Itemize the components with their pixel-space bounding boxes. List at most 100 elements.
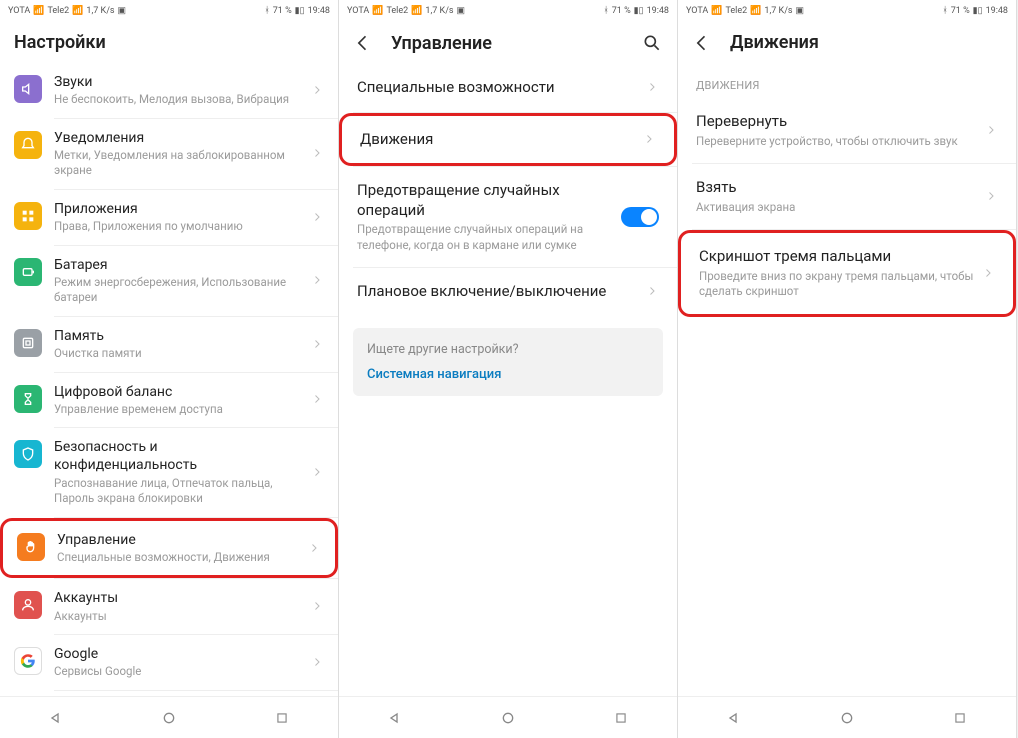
settings-item-system[interactable]: СистемаСистемная навигация, Обновление П… xyxy=(0,691,338,696)
chevron-right-icon xyxy=(645,78,659,97)
item-title: Звуки xyxy=(54,73,298,91)
page-title: Настройки xyxy=(14,32,324,53)
status-left: YOTA 📶 Tele2 📶 1,7 K/s ▣ xyxy=(686,6,804,16)
item-title: Взять xyxy=(696,178,984,198)
item-texts: ПамятьОчистка памяти xyxy=(54,327,298,362)
motions-list[interactable]: ДВИЖЕНИЯ ПеревернутьПереверните устройст… xyxy=(678,63,1016,696)
item-texts: Безопасность и конфиденциальностьРаспозн… xyxy=(54,438,298,506)
header: Движения xyxy=(678,22,1016,63)
management-item[interactable]: Предотвращение случайных операцийПредотв… xyxy=(339,167,677,267)
motion-item[interactable]: ПеревернутьПереверните устройство, чтобы… xyxy=(678,98,1016,163)
item-title: Цифровой баланс xyxy=(54,383,298,401)
item-subtitle: Сервисы Google xyxy=(54,664,298,680)
item-texts: Предотвращение случайных операцийПредотв… xyxy=(357,181,621,253)
item-subtitle: Переверните устройство, чтобы отключить … xyxy=(696,134,984,150)
settings-item-bell[interactable]: УведомленияМетки, Уведомления на заблоки… xyxy=(0,119,338,189)
section-header: ДВИЖЕНИЯ xyxy=(678,63,1016,98)
motion-item[interactable]: Взять Активация экрана xyxy=(678,164,1016,229)
item-title: Управление xyxy=(57,531,295,549)
chevron-right-icon xyxy=(984,187,998,206)
settings-item-sound[interactable]: ЗвукиНе беспокоить, Мелодия вызова, Вибр… xyxy=(0,63,338,118)
settings-item-battery[interactable]: БатареяРежим энергосбережения, Использов… xyxy=(0,246,338,316)
item-subtitle: Распознавание лица, Отпечаток пальца, Па… xyxy=(54,476,298,507)
item-subtitle: Метки, Уведомления на заблокированном эк… xyxy=(54,148,298,179)
battery-percent: 71 % xyxy=(951,6,970,16)
chevron-right-icon xyxy=(310,144,324,163)
toggle-switch[interactable] xyxy=(621,207,659,227)
carrier-label: YOTA xyxy=(347,6,369,16)
nav-bar xyxy=(678,696,1016,738)
clock: 19:48 xyxy=(647,6,669,16)
battery-percent: 71 % xyxy=(612,6,631,16)
user-icon xyxy=(14,591,42,619)
bell-icon xyxy=(14,131,42,159)
management-list[interactable]: Специальные возможности Движения Предотвра… xyxy=(339,64,677,696)
status-bar: YOTA 📶 Tele2 📶 1,7 K/s ▣ ᚼ 71 % ▮▯ 19:48 xyxy=(339,0,677,22)
settings-item-shield[interactable]: Безопасность и конфиденциальностьРаспозн… xyxy=(0,428,338,516)
motion-item[interactable]: Скриншот тремя пальцамиПроведите вниз по… xyxy=(678,230,1016,317)
back-button[interactable] xyxy=(353,33,373,53)
settings-item-hourglass[interactable]: Цифровой балансУправление временем досту… xyxy=(0,373,338,428)
item-title: Движения xyxy=(360,130,642,150)
apps-icon xyxy=(14,202,42,230)
nav-recents-button[interactable] xyxy=(950,708,970,728)
item-texts: Движения xyxy=(360,130,642,150)
header: Настройки xyxy=(0,22,338,63)
clock: 19:48 xyxy=(308,6,330,16)
chevron-right-icon xyxy=(984,121,998,140)
chevron-right-icon xyxy=(310,271,324,290)
item-texts: Взять Активация экрана xyxy=(696,178,984,215)
chevron-right-icon xyxy=(642,130,656,149)
search-button[interactable] xyxy=(641,32,663,54)
network-label: Tele2 xyxy=(386,6,408,16)
chevron-right-icon xyxy=(981,264,995,283)
status-right: ᚼ 71 % ▮▯ 19:48 xyxy=(264,6,330,16)
back-button[interactable] xyxy=(692,33,712,53)
wifi-icon: 📶 xyxy=(72,6,83,16)
status-bar: YOTA 📶 Tele2 📶 1,7 K/s ▣ ᚼ 71 % ▮▯ 19:48 xyxy=(0,0,338,22)
item-title: Скриншот тремя пальцами xyxy=(699,247,981,267)
settings-item-hand[interactable]: УправлениеСпециальные возможности, Движе… xyxy=(0,518,338,579)
nav-home-button[interactable] xyxy=(159,708,179,728)
carrier-label: YOTA xyxy=(8,6,30,16)
item-subtitle: Предотвращение случайных операций на тел… xyxy=(357,222,621,253)
shield-icon xyxy=(14,440,42,468)
item-subtitle: Права, Приложения по умолчанию xyxy=(54,219,298,235)
item-texts: УведомленияМетки, Уведомления на заблоки… xyxy=(54,129,298,179)
nav-bar xyxy=(0,696,338,738)
item-title: Приложения xyxy=(54,200,298,218)
item-subtitle: Управление временем доступа xyxy=(54,402,298,418)
nav-bar xyxy=(339,696,677,738)
item-texts: АккаунтыАккаунты xyxy=(54,589,298,624)
nav-back-button[interactable] xyxy=(46,708,66,728)
settings-item-user[interactable]: АккаунтыАккаунты xyxy=(0,579,338,634)
bluetooth-icon: ᚼ xyxy=(264,6,269,16)
management-item[interactable]: Движения xyxy=(339,113,677,167)
battery-icon xyxy=(14,258,42,286)
item-texts: Специальные возможности xyxy=(357,78,645,98)
nav-back-button[interactable] xyxy=(385,708,405,728)
management-item[interactable]: Специальные возможности xyxy=(339,64,677,112)
nav-home-button[interactable] xyxy=(498,708,518,728)
bluetooth-icon: ᚼ xyxy=(603,6,608,16)
hint-link-system-nav[interactable]: Системная навигация xyxy=(367,367,649,382)
item-title: Специальные возможности xyxy=(357,78,645,98)
item-subtitle: Режим энергосбережения, Использование ба… xyxy=(54,275,298,306)
settings-list[interactable]: ЗвукиНе беспокоить, Мелодия вызова, Вибр… xyxy=(0,63,338,696)
nav-recents-button[interactable] xyxy=(611,708,631,728)
chevron-right-icon xyxy=(310,463,324,482)
item-subtitle: Очистка памяти xyxy=(54,346,298,362)
item-subtitle: Активация экрана xyxy=(696,200,984,216)
nfc-icon: ▣ xyxy=(457,6,466,16)
wifi-icon: 📶 xyxy=(750,6,761,16)
settings-item-google[interactable]: GoogleСервисы Google xyxy=(0,635,338,690)
management-item[interactable]: Плановое включение/выключение xyxy=(339,268,677,316)
settings-item-apps[interactable]: ПриложенияПрава, Приложения по умолчанию xyxy=(0,190,338,245)
nav-recents-button[interactable] xyxy=(272,708,292,728)
item-title: Google xyxy=(54,645,298,663)
nav-home-button[interactable] xyxy=(837,708,857,728)
item-title: Память xyxy=(54,327,298,345)
clock: 19:48 xyxy=(986,6,1008,16)
nav-back-button[interactable] xyxy=(724,708,744,728)
settings-item-memory[interactable]: ПамятьОчистка памяти xyxy=(0,317,338,372)
